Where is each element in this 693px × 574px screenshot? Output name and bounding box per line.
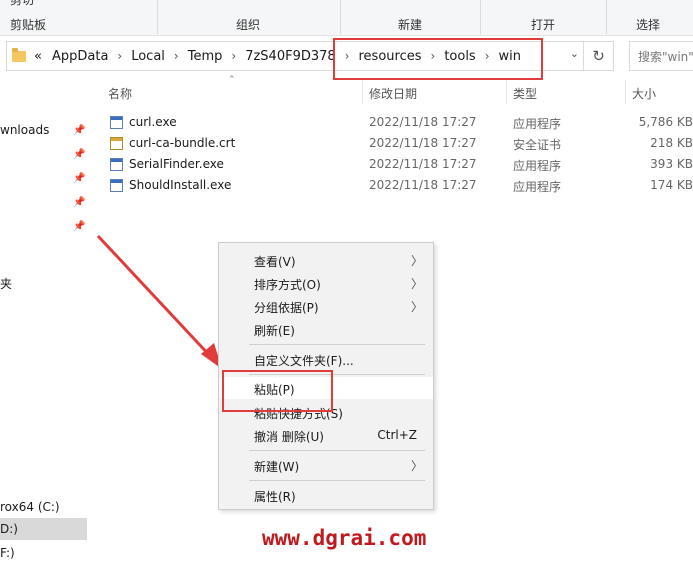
- menu-item-group[interactable]: 分组依据(P) 〉: [220, 295, 433, 317]
- chevron-right-icon: 〉: [410, 254, 423, 268]
- menu-item-undo[interactable]: 撤消 删除(U) Ctrl+Z: [220, 424, 433, 446]
- shortcut-label: Ctrl+Z: [377, 428, 417, 442]
- menu-item-refresh[interactable]: 刷新(E): [220, 318, 433, 340]
- menu-item-new[interactable]: 新建(W) 〉: [220, 454, 433, 476]
- chevron-right-icon: 〉: [410, 300, 423, 314]
- menu-separator: [249, 344, 425, 345]
- menu-item-view[interactable]: 查看(V) 〉: [220, 249, 433, 271]
- menu-separator: [249, 480, 425, 481]
- watermark: www.dgrai.com: [262, 526, 427, 550]
- chevron-right-icon: 〉: [410, 277, 423, 291]
- highlight-box-paste: [222, 370, 333, 412]
- arrow-shaft: [96, 234, 214, 360]
- menu-separator: [249, 450, 425, 451]
- menu-item-properties[interactable]: 属性(R): [220, 484, 433, 506]
- menu-item-sort[interactable]: 排序方式(O) 〉: [220, 272, 433, 294]
- menu-item-customize[interactable]: 自定义文件夹(F)...: [220, 348, 433, 370]
- chevron-right-icon: 〉: [410, 459, 423, 473]
